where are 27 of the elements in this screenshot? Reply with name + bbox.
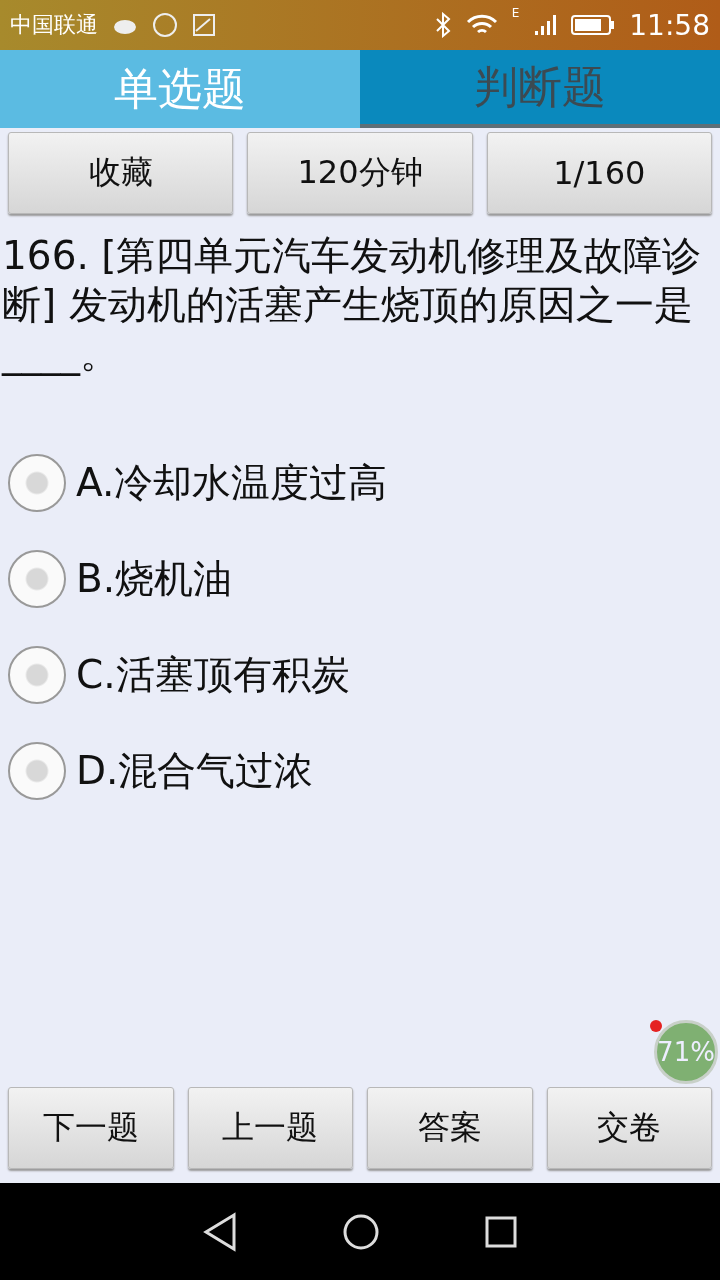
nav-button[interactable]: 上一题: [187, 1087, 353, 1169]
network-type: E: [511, 6, 520, 20]
option-label[interactable]: C.活塞顶有积炭: [76, 648, 350, 703]
recents-icon[interactable]: [484, 1214, 518, 1249]
option-label[interactable]: B.烧机油: [76, 552, 233, 607]
radio-button[interactable]: [8, 550, 66, 609]
option-label[interactable]: A.冷却水温度过高: [76, 456, 388, 511]
toolbar-button[interactable]: 120分钟: [247, 132, 473, 214]
question-text: 166. [第四单元汽车发动机修理及故障诊断] 发动机的活塞产生烧顶的原因之一是____。: [0, 232, 703, 378]
nav-button[interactable]: 答案: [367, 1087, 533, 1169]
nav-button[interactable]: 下一题: [8, 1087, 174, 1169]
option-label[interactable]: D.混合气过浓: [76, 744, 314, 799]
battery-icon: [571, 14, 616, 36]
notification-dot: [650, 1020, 662, 1032]
radio-button[interactable]: [8, 742, 66, 801]
toolbar-button[interactable]: 1/160: [486, 132, 712, 214]
carrier-name: 中国联通: [10, 11, 98, 39]
radio-button[interactable]: [8, 454, 66, 513]
bluetooth-icon: [433, 12, 452, 38]
image-icon: [192, 13, 216, 37]
nav-button[interactable]: 交卷: [546, 1087, 712, 1169]
back-icon[interactable]: [202, 1211, 238, 1252]
radio-button[interactable]: [8, 646, 66, 705]
toolbar-button[interactable]: 收藏: [8, 132, 234, 214]
signal-icon: [533, 13, 558, 37]
clock: 11:58: [629, 8, 710, 42]
home-icon[interactable]: [342, 1212, 380, 1251]
